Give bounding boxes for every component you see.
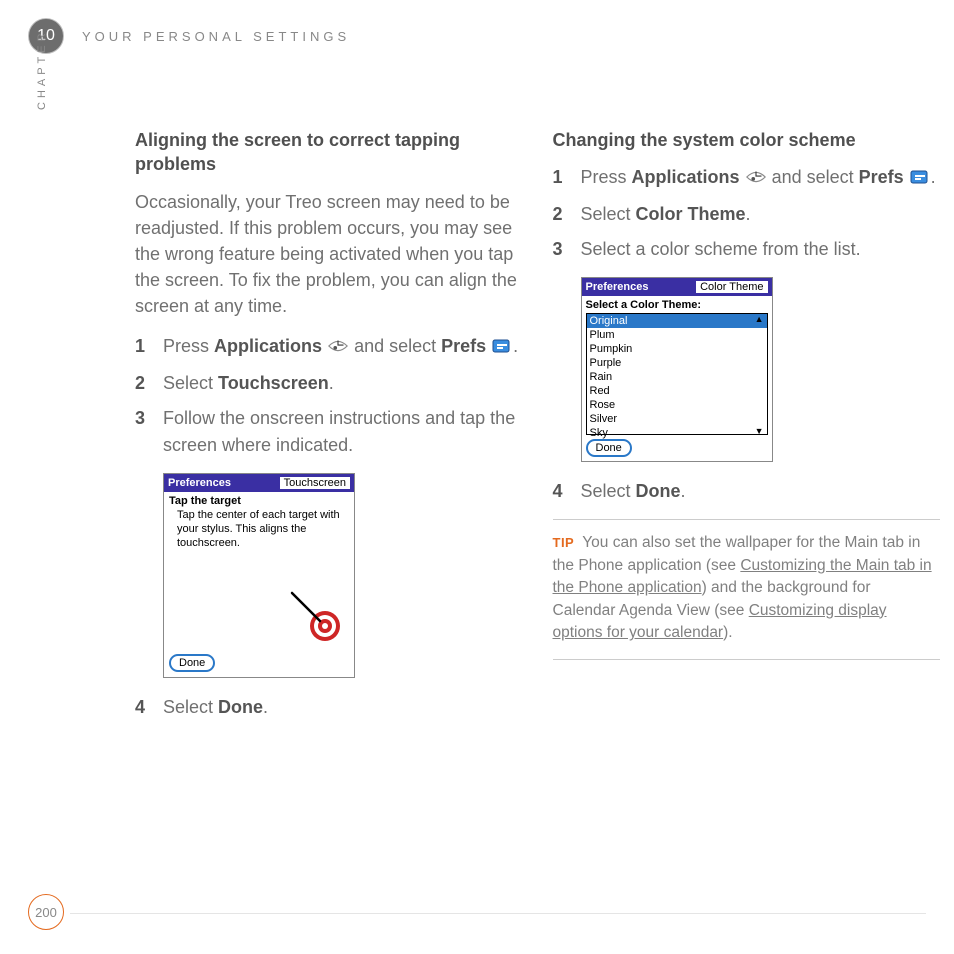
list-item[interactable]: Rain: [587, 370, 767, 384]
prefs-icon: [491, 335, 513, 362]
applications-icon: [327, 335, 349, 362]
shot-heading: Select a Color Theme:: [582, 296, 772, 311]
done-button[interactable]: Done: [169, 654, 215, 672]
list-item[interactable]: ▼Sky: [587, 426, 767, 440]
left-steps: Press Applications and select Prefs . Se…: [135, 333, 523, 459]
prefs-icon: [909, 166, 931, 193]
left-step-4: Select Done.: [135, 694, 523, 721]
left-step-1: Press Applications and select Prefs .: [135, 333, 523, 362]
done-button[interactable]: Done: [586, 439, 632, 457]
shot-title-left: Preferences: [586, 281, 649, 293]
shot-title-right: Touchscreen: [280, 477, 350, 489]
page-title: YOUR PERSONAL SETTINGS: [82, 29, 350, 44]
scroll-up-icon[interactable]: ▲: [755, 315, 764, 323]
footer-rule: [70, 913, 926, 914]
right-heading: Changing the system color scheme: [553, 128, 941, 152]
right-step-3: Select a color scheme from the list.: [553, 236, 941, 263]
right-step-4: Select Done.: [553, 478, 941, 505]
shot-body-text: Tap the center of each target with your …: [169, 507, 349, 550]
left-column: Aligning the screen to correct tapping p…: [135, 128, 523, 735]
right-column: Changing the system color scheme Press A…: [553, 128, 941, 735]
shot-title-left: Preferences: [168, 477, 231, 489]
tip-label: TIP: [553, 535, 575, 550]
right-step-1: Press Applications and select Prefs .: [553, 164, 941, 193]
list-item[interactable]: ▲Original: [587, 314, 767, 328]
chapter-label: CHAPTER: [36, 29, 48, 110]
screenshot-touchscreen: Preferences Touchscreen Tap the target T…: [163, 473, 355, 678]
target-graphic: [169, 550, 349, 650]
list-item[interactable]: Plum: [587, 328, 767, 342]
left-step-3: Follow the onscreen instructions and tap…: [135, 405, 523, 459]
left-intro: Occasionally, your Treo screen may need …: [135, 189, 523, 319]
page-number: 200: [28, 894, 64, 930]
list-item[interactable]: Red: [587, 384, 767, 398]
scroll-down-icon[interactable]: ▼: [755, 427, 764, 435]
list-item[interactable]: Purple: [587, 356, 767, 370]
list-item[interactable]: Silver: [587, 412, 767, 426]
list-item[interactable]: Pumpkin: [587, 342, 767, 356]
list-item[interactable]: Rose: [587, 398, 767, 412]
color-theme-list[interactable]: ▲Original Plum Pumpkin Purple Rain Red R…: [586, 313, 768, 435]
tip-box: TIP You can also set the wallpaper for t…: [553, 519, 941, 659]
shot-title-right: Color Theme: [696, 281, 767, 293]
right-step-2: Select Color Theme.: [553, 201, 941, 228]
applications-icon: [745, 166, 767, 193]
screenshot-color-theme: Preferences Color Theme Select a Color T…: [581, 277, 773, 462]
right-steps: Press Applications and select Prefs . Se…: [553, 164, 941, 263]
left-step-2: Select Touchscreen.: [135, 370, 523, 397]
shot-heading: Tap the target: [169, 495, 241, 507]
left-heading: Aligning the screen to correct tapping p…: [135, 128, 523, 177]
